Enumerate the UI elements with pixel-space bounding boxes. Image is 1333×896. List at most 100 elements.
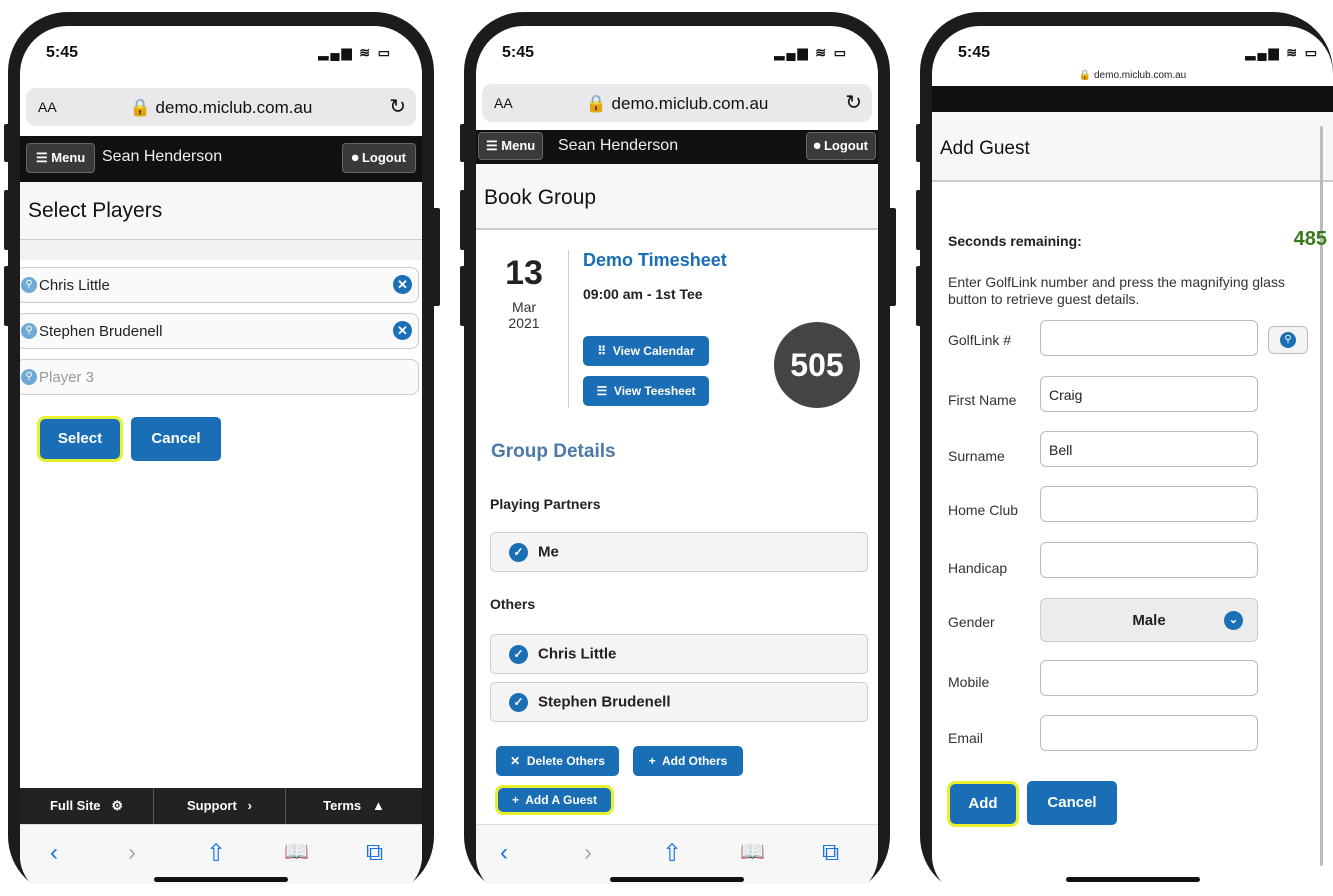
player-3-field[interactable]: ⚲ Player 3 (20, 359, 419, 395)
signal-wifi-battery-icon: ▂▄▆ ≋ ▭ (318, 45, 392, 60)
forward-icon[interactable]: › (584, 839, 592, 867)
mobile-input[interactable] (1040, 660, 1258, 696)
tabs-icon[interactable]: ⧉ (822, 839, 839, 867)
cancel-button[interactable]: Cancel (131, 417, 221, 461)
player-3-placeholder: Player 3 (39, 369, 95, 386)
back-icon[interactable]: ‹ (500, 839, 508, 867)
player-2-field[interactable]: ⚲ Stephen Brudenell ✕ (20, 313, 419, 349)
page-title: Select Players (20, 182, 422, 240)
share-icon[interactable]: ⇧ (662, 839, 682, 868)
select-button[interactable]: Select (37, 416, 123, 462)
email-input[interactable] (1040, 715, 1258, 751)
support-link[interactable]: Support › (154, 788, 286, 824)
instructions-text: Enter GolfLink number and press the magn… (948, 274, 1285, 307)
address-bar[interactable]: AA 🔒 demo.miclub.com.au ↻ (482, 84, 872, 122)
cancel-button[interactable]: Cancel (1027, 781, 1117, 825)
address-bar[interactable]: AA 🔒 demo.miclub.com.au ↻ (26, 88, 416, 126)
playing-partners-heading: Playing Partners (490, 496, 601, 512)
status-bar: 5:45 ▂▄▆ ≋ ▭ (20, 26, 422, 74)
url-text: demo.miclub.com.au (155, 98, 313, 117)
chevron-right-icon: › (247, 798, 252, 813)
logout-label: Logout (823, 138, 868, 153)
logout-button[interactable]: ⏺ Logout (805, 132, 876, 160)
surname-input[interactable]: Bell (1040, 431, 1258, 467)
status-bar: 5:45 ▂▄▆ ≋ ▭ (476, 26, 878, 74)
clear-icon[interactable]: ✕ (393, 321, 412, 340)
url-text: demo.miclub.com.au (611, 94, 769, 113)
view-calendar-label: View Calendar (612, 344, 695, 358)
full-site-link[interactable]: Full Site ⚙ (20, 788, 154, 824)
tee-time: 09:00 am - 1st Tee (583, 286, 703, 302)
gender-select[interactable]: Male ⌄ (1040, 598, 1258, 642)
divider (568, 250, 569, 408)
chevron-down-icon: ⌄ (1224, 611, 1243, 630)
url-host-compact[interactable]: 🔒 demo.miclub.com.au (932, 70, 1333, 81)
booking-date: 13 Mar 2021 (494, 254, 554, 331)
gear-icon: ⚙ (111, 798, 124, 813)
view-teesheet-button[interactable]: ☰ View Teesheet (583, 376, 709, 406)
reload-icon[interactable]: ↻ (389, 94, 406, 119)
divider (20, 240, 422, 260)
other-player-name: Stephen Brudenell (538, 693, 671, 711)
add-guest-button[interactable]: + Add A Guest (495, 785, 614, 815)
share-icon[interactable]: ⇧ (206, 839, 226, 868)
app-header-collapsed (932, 86, 1333, 112)
others-heading: Others (490, 596, 536, 612)
bookmarks-icon[interactable]: 📖 (740, 839, 765, 864)
date-month: Mar (511, 299, 537, 315)
add-others-button[interactable]: + Add Others (633, 746, 743, 776)
date-year: 2021 (508, 315, 540, 331)
menu-button[interactable]: ☰ Menu (26, 143, 96, 173)
close-icon: ✕ (510, 754, 521, 768)
browser-toolbar: ‹ › ⇧ 📖 ⧉ (476, 824, 878, 884)
mobile-label: Mobile (948, 674, 990, 690)
phone-frame-3: 5:45 ▂▄▆ ≋ ▭ 🔒 demo.miclub.com.au Add Gu… (920, 12, 1333, 896)
lock-icon: 🔒 (129, 98, 151, 117)
other-player[interactable]: ✓ Chris Little (490, 634, 868, 674)
add-others-label: Add Others (661, 754, 728, 768)
app-header: ☰ Menu Sean Henderson ⏺ Logout (20, 136, 422, 182)
player-1-field[interactable]: ⚲ Chris Little ✕ (20, 267, 419, 303)
seconds-remaining-value: 485 (1293, 228, 1327, 250)
clear-icon[interactable]: ✕ (393, 275, 412, 294)
handicap-label: Handicap (948, 560, 1008, 576)
footer-links: Full Site ⚙ Support › Terms ▲ (20, 788, 422, 824)
page-title: Add Guest (932, 112, 1333, 182)
home-indicator (1065, 877, 1200, 882)
plus-icon: + (648, 754, 656, 768)
reload-icon[interactable]: ↻ (845, 90, 862, 115)
status-time: 5:45 (502, 44, 535, 61)
terms-link[interactable]: Terms ▲ (286, 788, 422, 824)
search-icon: ⚲ (21, 277, 37, 293)
status-time: 5:45 (958, 44, 991, 61)
check-icon: ✓ (509, 693, 528, 712)
other-player[interactable]: ✓ Stephen Brudenell (490, 682, 868, 722)
home-club-input[interactable] (1040, 486, 1258, 522)
add-guest-label: Add A Guest (525, 793, 598, 807)
logout-button[interactable]: ⏺ Logout (341, 143, 416, 173)
list-icon: ☰ (596, 384, 608, 398)
partner-me: ✓ Me (490, 532, 868, 572)
golflink-search-button[interactable]: ⚲ (1268, 326, 1308, 354)
first-name-input[interactable]: Craig (1040, 376, 1258, 412)
logout-icon: ⏺ (351, 150, 359, 165)
other-player-name: Chris Little (538, 645, 617, 663)
email-label: Email (948, 730, 984, 746)
back-icon[interactable]: ‹ (50, 839, 58, 867)
handicap-input[interactable] (1040, 542, 1258, 578)
seconds-remaining-label: Seconds remaining: (948, 233, 1082, 249)
delete-others-button[interactable]: ✕ Delete Others (496, 746, 619, 776)
menu-button[interactable]: ☰ Menu (478, 132, 544, 160)
delete-others-label: Delete Others (526, 754, 605, 768)
logout-label: Logout (361, 150, 406, 165)
view-calendar-button[interactable]: ⠿ View Calendar (583, 336, 709, 366)
player-1-name: Chris Little (39, 277, 110, 294)
add-button[interactable]: Add (947, 781, 1019, 827)
bookmarks-icon[interactable]: 📖 (284, 839, 309, 864)
tabs-icon[interactable]: ⧉ (366, 839, 383, 867)
golflink-input[interactable] (1040, 320, 1258, 356)
player-2-name: Stephen Brudenell (39, 323, 163, 340)
warning-icon: ▲ (372, 798, 385, 813)
forward-icon[interactable]: › (128, 839, 136, 867)
signal-wifi-battery-icon: ▂▄▆ ≋ ▭ (774, 45, 848, 60)
